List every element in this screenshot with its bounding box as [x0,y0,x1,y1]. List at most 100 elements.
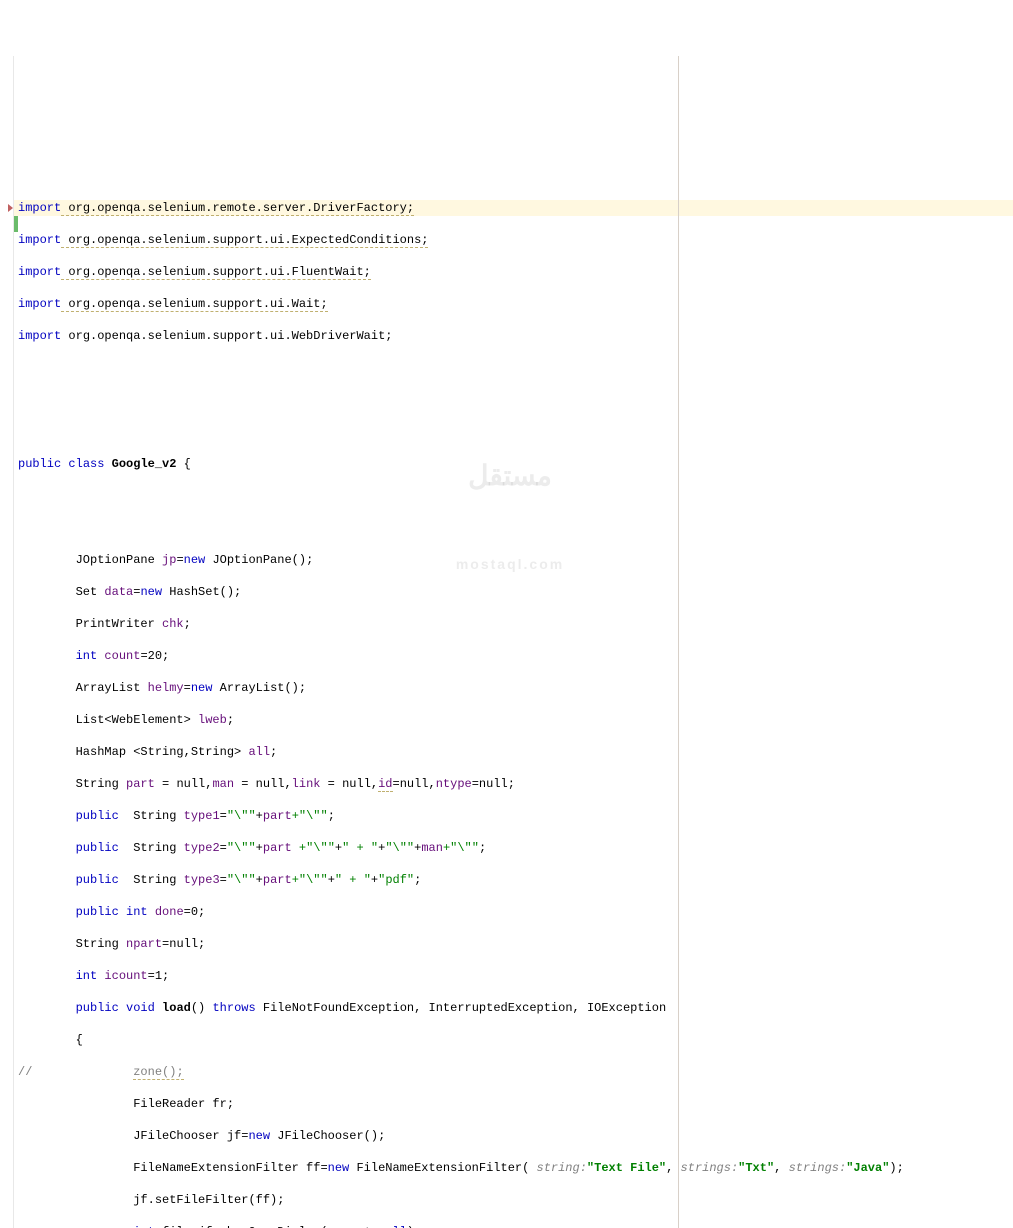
type: String [119,873,184,887]
string-literal: "\"" [227,873,256,887]
new-keyword: new [248,1129,270,1143]
ctor-call: HashSet(); [162,585,241,599]
string-literal: "Java" [846,1161,889,1175]
param-hint: strings: [789,1161,847,1175]
type: PrintWriter [76,617,162,631]
ctor-call: JOptionPane(); [205,553,313,567]
string-literal: "Txt" [738,1161,774,1175]
field-helmy: helmy [148,681,184,695]
string-literal: +"\"" [443,841,479,855]
type: List<WebElement> [76,713,198,727]
field-icount: icount [97,969,147,983]
null-keyword: null [378,1225,407,1228]
class-name: Google_v2 [112,457,177,471]
int-keyword: int [76,649,98,663]
exceptions: FileNotFoundException, InterruptedExcept… [256,1001,666,1015]
type: String [76,777,126,791]
assign: =0; [184,905,206,919]
string-literal: "\"" [227,841,256,855]
field-npart: npart [126,937,162,951]
param-hint: string: [537,1161,587,1175]
public-keyword: public [76,1001,119,1015]
field-part: part [126,777,155,791]
statement: FileReader fr; [133,1097,234,1111]
ctor-call: ArrayList(); [212,681,306,695]
field-type1: type1 [184,809,220,823]
import-statement: org.openqa.selenium.support.ui.Wait; [61,297,327,312]
ctor-call: JFileChooser(); [270,1129,385,1143]
assign: =1; [148,969,170,983]
class-keyword: class [68,457,104,471]
int-keyword: int [76,969,98,983]
void-keyword: void [126,1001,155,1015]
field-link: link [292,777,321,791]
type: Set [76,585,105,599]
import-statement: org.openqa.selenium.support.ui.WebDriver… [61,329,392,343]
code-editor[interactable]: import org.openqa.selenium.remote.server… [0,56,1013,1228]
import-keyword: import [18,201,61,215]
field-type3: type3 [184,873,220,887]
import-statement: org.openqa.selenium.support.ui.ExpectedC… [61,233,428,248]
param-hint: cmpnt: [335,1225,378,1228]
statement: FileNameExtensionFilter ff= [133,1161,327,1175]
field-ref: part [263,873,292,887]
string-literal: +"\"" [292,841,335,855]
field-data: data [104,585,133,599]
public-keyword: public [18,457,61,471]
string-literal: "pdf" [378,873,414,887]
public-keyword: public [76,873,119,887]
param-hint: strings: [681,1161,739,1175]
field-count: count [97,649,140,663]
type: HashMap <String,String> [76,745,249,759]
type: JOptionPane [76,553,162,567]
new-keyword: new [328,1161,350,1175]
type: String [119,809,184,823]
type: ArrayList [76,681,148,695]
int-keyword: int [133,1225,155,1228]
field-lweb: lweb [198,713,227,727]
public-keyword: public [76,905,119,919]
code-area[interactable]: import org.openqa.selenium.remote.server… [18,184,1013,1228]
field-ntype: ntype [436,777,472,791]
string-literal: +"\"" [292,873,328,887]
import-keyword: import [18,265,61,279]
statement: file=jf.showOpenDialog( [155,1225,335,1228]
int-keyword: int [126,905,148,919]
import-keyword: import [18,297,61,311]
brace: { [76,1033,83,1047]
throws-keyword: throws [212,1001,255,1015]
ctor-call: FileNameExtensionFilter( [349,1161,536,1175]
field-all: all [248,745,270,759]
string-literal: " + " [335,873,371,887]
field-jp: jp [162,553,176,567]
type: String [76,937,126,951]
new-keyword: new [191,681,213,695]
public-keyword: public [76,841,119,855]
method-name: load [155,1001,191,1015]
field-ref: part [263,841,292,855]
string-literal: "Text File" [587,1161,666,1175]
field-id: id [378,777,392,792]
public-keyword: public [76,809,119,823]
string-literal: "\"" [227,809,256,823]
string-literal: +"\"" [292,809,328,823]
import-keyword: import [18,233,61,247]
new-keyword: new [184,553,206,567]
new-keyword: new [140,585,162,599]
import-statement: org.openqa.selenium.remote.server.Driver… [61,201,414,216]
string-literal: "\"" [385,841,414,855]
field-chk: chk [162,617,184,631]
type: String [119,841,184,855]
string-literal: " + " [342,841,378,855]
comment-text: zone(); [133,1065,183,1080]
statement: jf.setFileFilter(ff); [133,1193,284,1207]
field-ref: man [421,841,443,855]
gutter [0,56,14,1228]
brace: { [176,457,190,471]
import-keyword: import [18,329,61,343]
field-ref: part [263,809,292,823]
comment-slash: // [18,1065,32,1079]
import-statement: org.openqa.selenium.support.ui.FluentWai… [61,265,371,280]
field-type2: type2 [184,841,220,855]
assign: =20; [140,649,169,663]
